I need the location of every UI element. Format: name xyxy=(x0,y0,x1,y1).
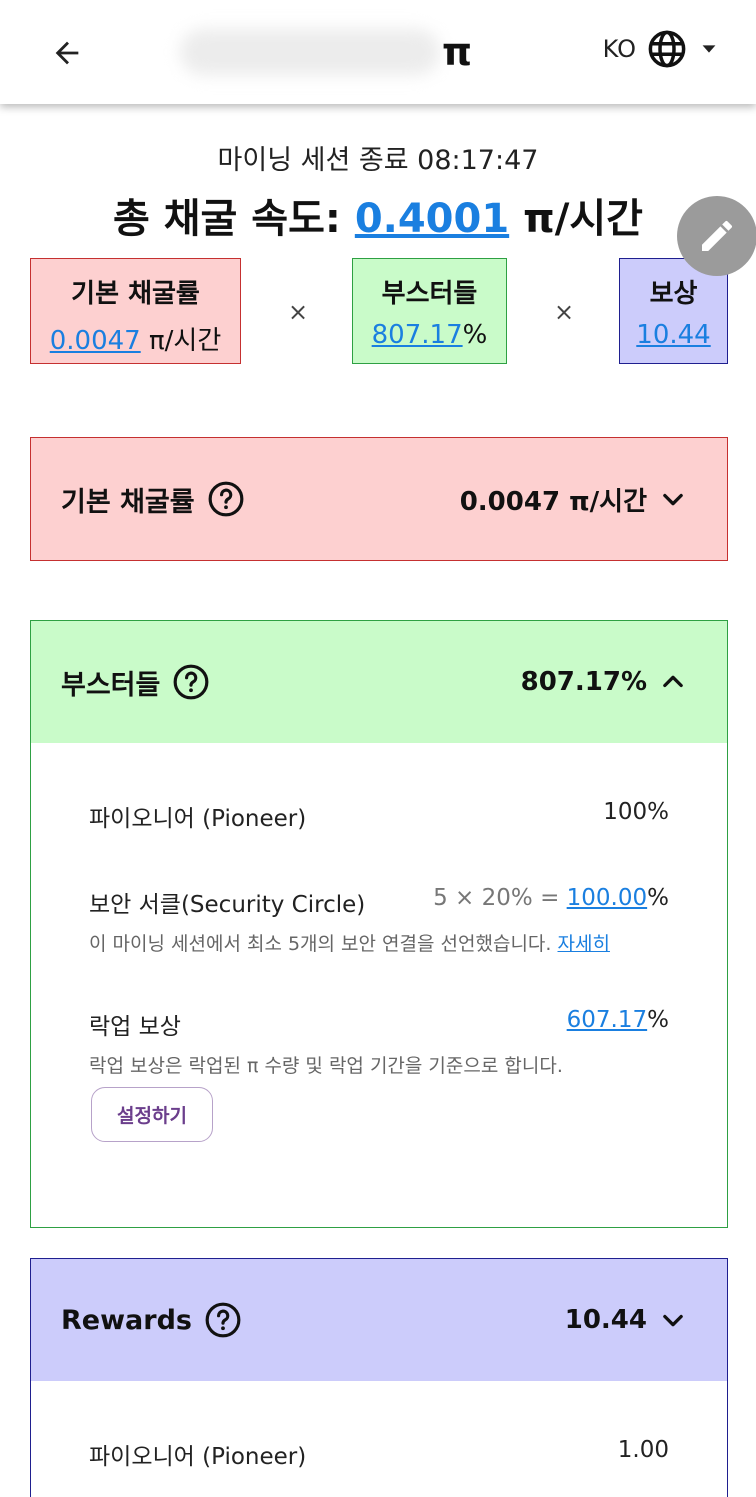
rewards-panel: Rewards 10.44 파이오니어 (Pioneer) 1.00 xyxy=(30,1258,728,1497)
question-circle-icon[interactable] xyxy=(204,1301,242,1339)
balance-pi-symbol: π xyxy=(442,30,473,74)
chevron-up-icon xyxy=(663,675,683,688)
summary-boosters-unit: % xyxy=(462,320,488,350)
redacted-balance xyxy=(180,29,440,75)
booster-security-value[interactable]: 100.00 xyxy=(567,885,647,911)
boosters-panel-title: 부스터들 xyxy=(61,669,161,701)
summary-rewards-title: 보상 xyxy=(649,279,698,309)
pencil-icon xyxy=(702,221,732,251)
boosters-panel-header[interactable]: 부스터들 807.17% xyxy=(31,621,727,743)
language-selector[interactable]: KO xyxy=(603,28,720,70)
booster-lockup-unit: % xyxy=(647,1007,669,1033)
summary-base-value[interactable]: 0.0047 xyxy=(50,326,141,356)
base-rate-panel: 기본 채굴률 0.0047 π/시간 xyxy=(30,437,728,561)
booster-security-desc-row: 이 마이닝 세션에서 최소 5개의 보안 연결을 선언했습니다. 자세히 xyxy=(89,929,669,956)
total-rate-unit: π/시간 xyxy=(523,196,643,242)
pi-balance: π xyxy=(180,24,472,80)
boosters-panel-value: 807.17% xyxy=(520,667,647,697)
summary-boosters-value-row: 807.17% xyxy=(353,320,506,350)
security-details-link[interactable]: 자세히 xyxy=(558,933,610,955)
chevron-down-icon xyxy=(663,493,683,506)
boosters-panel: 부스터들 807.17% 파이오니어 (Pioneer) 100% 보안 서클(… xyxy=(30,620,728,1228)
summary-base-unit: π/시간 xyxy=(148,326,222,356)
summary-base-title: 기본 채굴률 xyxy=(71,279,200,309)
booster-lockup-desc: 락업 보상은 락업된 π 수량 및 락업 기간을 기준으로 합니다. xyxy=(89,1055,563,1077)
rewards-panel-title: Rewards xyxy=(61,1304,192,1336)
booster-lockup-value[interactable]: 607.17 xyxy=(567,1007,647,1033)
question-circle-icon[interactable] xyxy=(207,480,245,518)
booster-security-formula: 5 × 20% = xyxy=(433,885,567,911)
booster-lockup-value-row: 607.17% xyxy=(567,1007,669,1041)
base-rate-panel-value: 0.0047 π/시간 xyxy=(459,486,647,517)
top-app-bar: π KO xyxy=(0,0,756,104)
back-button[interactable] xyxy=(44,30,90,76)
base-rate-panel-header[interactable]: 기본 채굴률 0.0047 π/시간 xyxy=(31,438,727,560)
summary-rewards-value-row: 10.44 xyxy=(620,320,727,350)
reward-pioneer-value: 1.00 xyxy=(617,1437,669,1463)
booster-pioneer-row: 파이오니어 (Pioneer) 100% xyxy=(89,799,669,833)
total-rate-label: 총 채굴 속도: xyxy=(113,196,341,242)
rewards-panel-header[interactable]: Rewards 10.44 xyxy=(31,1259,727,1381)
multiply-sign: × xyxy=(288,298,309,326)
summary-base-rate: 기본 채굴률 0.0047 π/시간 xyxy=(30,258,241,364)
total-mining-rate: 총 채굴 속도: 0.4001 π/시간 xyxy=(0,186,756,244)
question-circle-icon[interactable] xyxy=(172,663,210,701)
caret-down-icon xyxy=(702,45,716,53)
multiply-sign: × xyxy=(554,298,575,326)
summary-boosters: 부스터들 807.17% xyxy=(352,258,507,364)
booster-lockup-row: 락업 보상 607.17% 락업 보상은 락업된 π 수량 및 락업 기간을 기… xyxy=(89,1007,669,1078)
reward-pioneer-label: 파이오니어 (Pioneer) xyxy=(89,1444,307,1470)
total-rate-value[interactable]: 0.4001 xyxy=(355,196,509,242)
lockup-setup-button[interactable]: 설정하기 xyxy=(91,1087,213,1142)
rewards-panel-value: 10.44 xyxy=(564,1305,647,1335)
booster-lockup-label: 락업 보상 xyxy=(89,1014,181,1040)
reward-pioneer-row: 파이오니어 (Pioneer) 1.00 xyxy=(89,1437,669,1471)
session-end-time: 마이닝 세션 종료 08:17:47 xyxy=(217,145,539,176)
chevron-down-icon xyxy=(663,1314,683,1327)
summary-base-value-row: 0.0047 π/시간 xyxy=(31,320,240,357)
booster-security-unit: % xyxy=(647,885,669,911)
edit-button[interactable] xyxy=(677,196,756,276)
globe-icon xyxy=(648,30,686,68)
booster-security-value-row: 5 × 20% = 100.00% xyxy=(433,885,669,919)
booster-security-row: 보안 서클(Security Circle) 5 × 20% = 100.00%… xyxy=(89,885,669,956)
booster-security-desc: 이 마이닝 세션에서 최소 5개의 보안 연결을 선언했습니다. xyxy=(89,933,552,955)
language-code: KO xyxy=(602,35,636,63)
summary-boosters-value[interactable]: 807.17 xyxy=(372,320,463,350)
booster-pioneer-label: 파이오니어 (Pioneer) xyxy=(89,806,307,832)
summary-rewards-value[interactable]: 10.44 xyxy=(636,320,710,350)
base-rate-panel-title: 기본 채굴률 xyxy=(61,486,195,518)
arrow-left-icon xyxy=(55,41,79,65)
booster-pioneer-value: 100% xyxy=(603,799,669,825)
summary-boosters-title: 부스터들 xyxy=(381,279,478,309)
booster-security-label: 보안 서클(Security Circle) xyxy=(89,892,366,918)
